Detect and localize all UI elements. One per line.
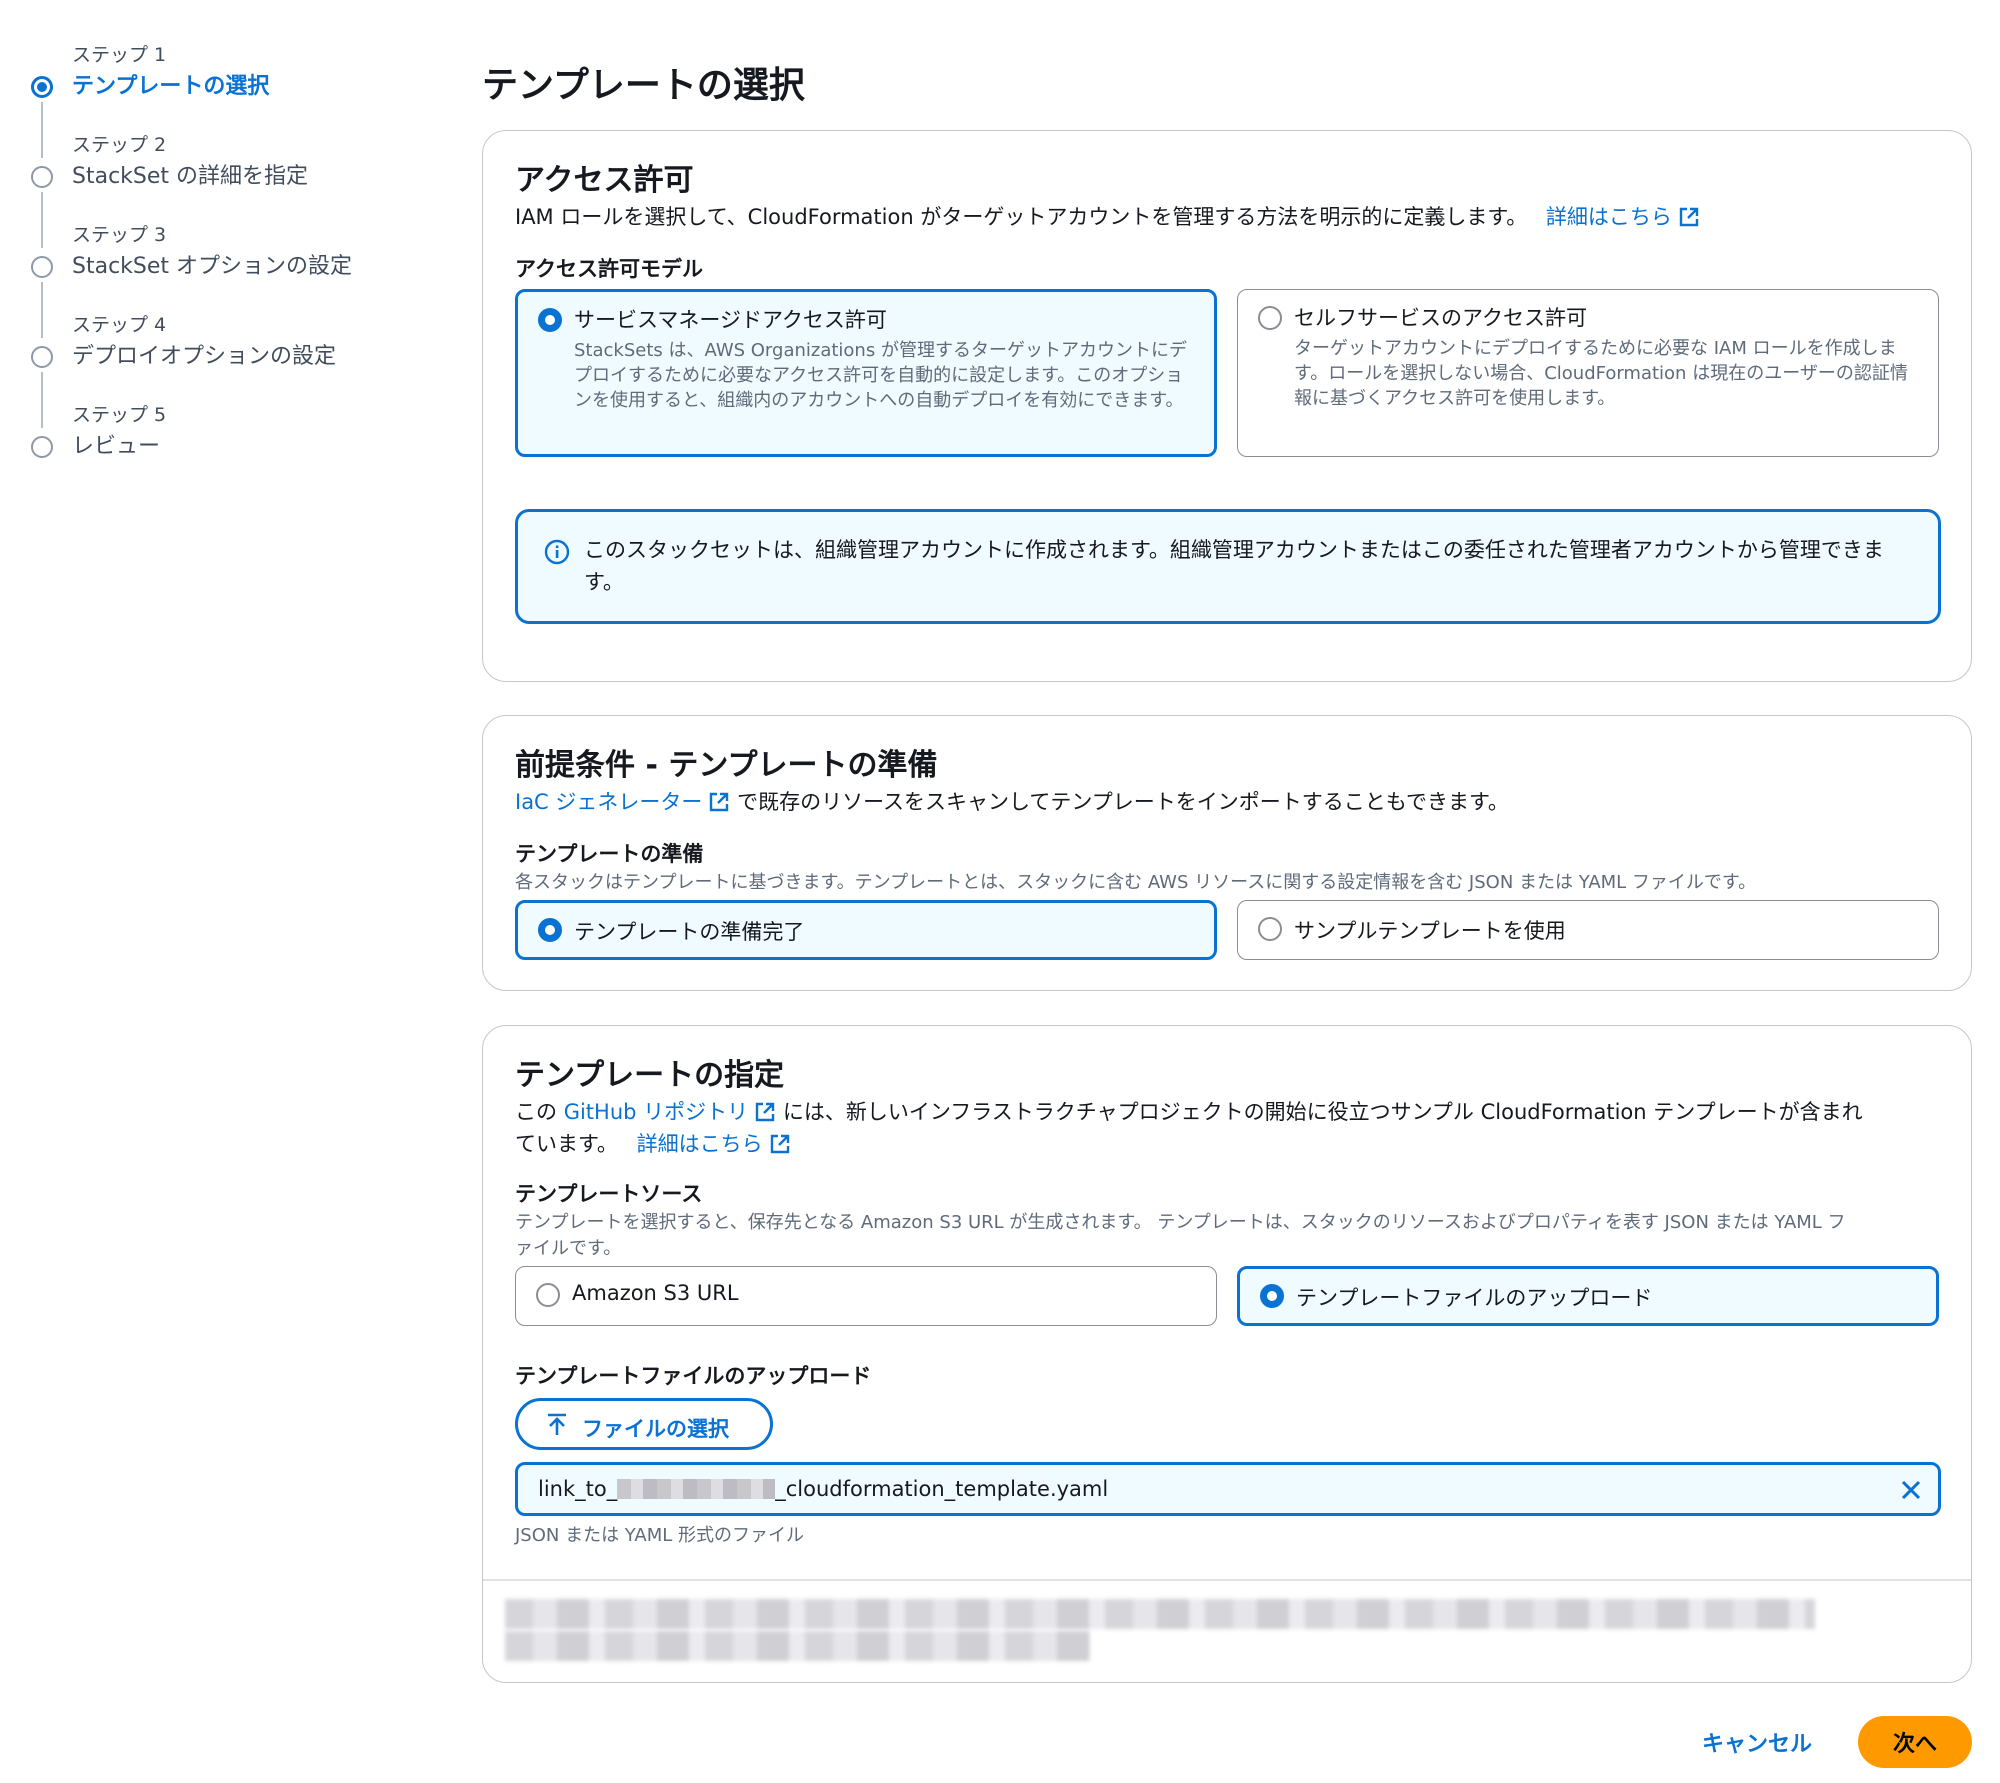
access-model-label: アクセス許可モデル [515, 257, 703, 281]
wizard-steps: ステップ 1 テンプレートの選択 ステップ 2 StackSet の詳細を指定 … [28, 40, 448, 490]
service-managed-radio[interactable] [538, 308, 562, 332]
specify-desc-middle: には、新しいインフラストラクチャプロジェクトの開始に役立つサンプル CloudF… [782, 1100, 1863, 1124]
iac-description-text: で既存のリソースをスキャンしてテンプレートをインポートすることもできます。 [737, 790, 1509, 814]
info-alert: このスタックセットは、組織管理アカウントに作成されます。組織管理アカウントまたは… [515, 509, 1941, 624]
step-5-indicator [31, 436, 53, 458]
upload-file-radio[interactable] [1260, 1284, 1284, 1308]
iac-generator-link[interactable]: IaC ジェネレーター [515, 790, 730, 814]
service-managed-option[interactable]: サービスマネージドアクセス許可 StackSets は、AWS Organiza… [515, 289, 1217, 457]
prerequisite-card: 前提条件 - テンプレートの準備 IaC ジェネレーター で既存のリソースをスキ… [482, 715, 1972, 991]
github-repo-text: GitHub リポジトリ [563, 1100, 749, 1124]
self-service-radio[interactable] [1258, 306, 1282, 330]
self-service-desc: ターゲットアカウントにデプロイするために必要な IAM ロールを作成します。ロー… [1294, 338, 1908, 409]
step-3-number: ステップ 3 [72, 224, 167, 246]
s3-url-label: Amazon S3 URL [572, 1281, 739, 1305]
file-name-prefix: link_to_ [538, 1477, 618, 1501]
wizard-footer-actions: キャンセル 次へ [1572, 1716, 1972, 1768]
prepare-template-desc: 各スタックはテンプレートに基づきます。テンプレートとは、スタックに含む AWS … [515, 872, 1757, 893]
step-1-label[interactable]: テンプレートの選択 [72, 68, 269, 100]
specify-learn-more-link[interactable]: 詳細はこちら [637, 1132, 791, 1156]
step-4-number: ステップ 4 [72, 314, 167, 336]
access-description: IAM ロールを選択して、CloudFormation がターゲットアカウントを… [515, 201, 1700, 231]
card-footer-divider [483, 1579, 1971, 1581]
step-2-label: StackSet の詳細を指定 [72, 164, 309, 189]
specify-template-card: テンプレートの指定 この GitHub リポジトリ には、新しいインフラストラク… [482, 1025, 1972, 1683]
file-name-suffix: _cloudformation_template.yaml [775, 1477, 1109, 1501]
self-service-option[interactable]: セルフサービスのアクセス許可 ターゲットアカウントにデプロイするために必要な I… [1237, 289, 1939, 457]
access-description-text: IAM ロールを選択して、CloudFormation がターゲットアカウントを… [515, 205, 1528, 229]
info-icon [544, 539, 570, 565]
specify-card-title: テンプレートの指定 [515, 1058, 785, 1093]
template-ready-label: テンプレートの準備完了 [574, 920, 805, 944]
template-ready-radio[interactable] [538, 918, 562, 942]
sample-template-radio[interactable] [1258, 917, 1282, 941]
next-button[interactable]: 次へ [1858, 1716, 1972, 1768]
specify-description-line1: この GitHub リポジトリ には、新しいインフラストラクチャプロジェクトの開… [515, 1096, 1863, 1126]
access-learn-more-text: 詳細はこちら [1545, 205, 1672, 229]
step-5: ステップ 5 レビュー [28, 400, 448, 490]
s3-url-option[interactable]: Amazon S3 URL [515, 1266, 1217, 1326]
prepare-template-label: テンプレートの準備 [515, 842, 704, 866]
redacted-block [505, 1631, 1090, 1661]
upload-file-option[interactable]: テンプレートファイルのアップロード [1237, 1266, 1939, 1326]
external-link-icon [710, 792, 729, 812]
step-4: ステップ 4 デプロイオプションの設定 [28, 310, 448, 428]
info-alert-text: このスタックセットは、組織管理アカウントに作成されます。組織管理アカウントまたは… [584, 538, 1884, 594]
file-format-hint: JSON または YAML 形式のファイル [515, 1525, 805, 1546]
step-3-indicator [31, 256, 53, 278]
github-repo-link[interactable]: GitHub リポジトリ [564, 1100, 776, 1124]
template-source-desc-2: ァイルです。 [515, 1238, 622, 1259]
specify-learn-more-text: 詳細はこちら [636, 1132, 763, 1156]
external-link-icon [770, 1134, 789, 1154]
step-2-number: ステップ 2 [72, 134, 167, 156]
service-managed-label: サービスマネージドアクセス許可 [574, 308, 887, 332]
sample-template-label: サンプルテンプレートを使用 [1294, 919, 1566, 943]
external-link-icon [1679, 207, 1699, 227]
upload-file-label: テンプレートファイルのアップロード [1296, 1286, 1653, 1310]
access-permissions-card: アクセス許可 IAM ロールを選択して、CloudFormation がターゲッ… [482, 130, 1972, 682]
step-4-indicator [31, 346, 53, 368]
template-source-label: テンプレートソース [515, 1182, 703, 1206]
step-3: ステップ 3 StackSet オプションの設定 [28, 220, 448, 338]
choose-file-button[interactable]: ファイルの選択 [515, 1398, 773, 1450]
step-1[interactable]: ステップ 1 テンプレートの選択 [28, 40, 448, 158]
iac-generator-text: IaC ジェネレーター [515, 790, 703, 814]
specify-desc-prefix: この [515, 1100, 557, 1124]
sample-template-option[interactable]: サンプルテンプレートを使用 [1237, 900, 1939, 960]
template-source-desc-1: テンプレートを選択すると、保存先となる Amazon S3 URL が生成されま… [515, 1212, 1846, 1233]
access-card-title: アクセス許可 [515, 163, 694, 198]
step-4-label: デプロイオプションの設定 [72, 344, 337, 369]
step-2-indicator [31, 166, 53, 188]
external-link-icon [755, 1102, 775, 1122]
specify-desc-line2: ています。 [515, 1132, 618, 1156]
step-5-number: ステップ 5 [72, 404, 167, 426]
redacted-block [617, 1479, 776, 1499]
selected-file-token: link_to_ _cloudformation_template.yaml [515, 1462, 1941, 1516]
s3-url-radio[interactable] [536, 1283, 560, 1307]
close-icon[interactable] [1898, 1477, 1924, 1503]
prereq-card-title: 前提条件 - テンプレートの準備 [515, 748, 938, 783]
upload-template-label: テンプレートファイルのアップロード [515, 1364, 872, 1388]
prereq-description: IaC ジェネレーター で既存のリソースをスキャンしてテンプレートをインポートす… [515, 786, 1509, 816]
step-3-label: StackSet オプションの設定 [72, 254, 353, 279]
step-1-number: ステップ 1 [72, 44, 167, 66]
access-learn-more-link[interactable]: 詳細はこちら [1546, 205, 1700, 229]
self-service-label: セルフサービスのアクセス許可 [1294, 306, 1587, 330]
step-5-label: レビュー [72, 434, 161, 459]
upload-icon [548, 1413, 566, 1435]
step-2: ステップ 2 StackSet の詳細を指定 [28, 130, 448, 248]
redacted-block [505, 1599, 1815, 1629]
step-1-indicator [31, 76, 53, 98]
selected-file-name: link_to_ _cloudformation_template.yaml [538, 1477, 1108, 1501]
choose-file-text: ファイルの選択 [582, 1418, 729, 1441]
specify-description-line2: ています。 詳細はこちら [515, 1128, 791, 1158]
template-ready-option[interactable]: テンプレートの準備完了 [515, 900, 1217, 960]
service-managed-desc: StackSets は、AWS Organizations が管理するターゲット… [574, 340, 1187, 411]
page-title: テンプレートの選択 [482, 65, 805, 106]
cancel-button[interactable]: キャンセル [1702, 1726, 1812, 1758]
